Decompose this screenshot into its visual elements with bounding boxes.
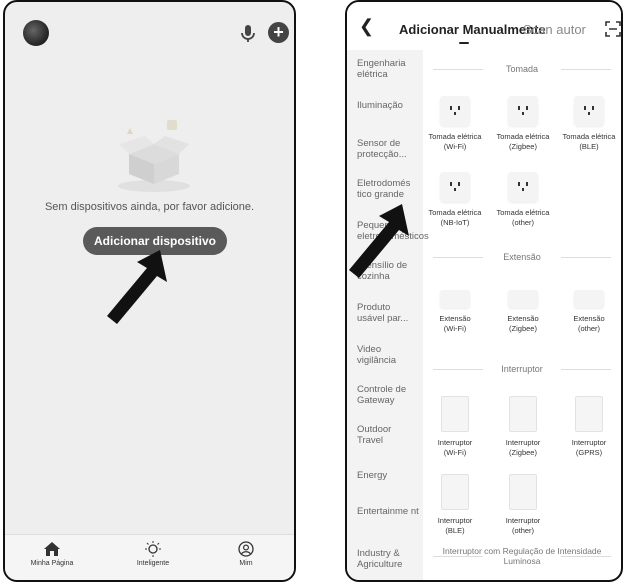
device-tile[interactable]: Tomada elétrica (NB-IoT) <box>419 172 491 228</box>
device-protocol: (other) <box>511 218 535 227</box>
sidebar-item-video[interactable]: Video vigilância <box>357 344 419 366</box>
device-tile[interactable]: Extensão (Wi-Fi) <box>419 284 491 334</box>
device-protocol: (Wi-Fi) <box>443 448 467 457</box>
device-label: Tomada elétrica <box>496 208 550 217</box>
add-manually-screen: ❮ Adicionar Manualmente Scan autor Engen… <box>345 0 623 582</box>
socket-icon <box>440 96 470 126</box>
wall-switch-icon <box>441 474 469 510</box>
sidebar-item-energy[interactable]: Energy <box>357 470 419 481</box>
device-tile[interactable]: Extensão (other) <box>553 284 621 334</box>
device-label: Tomada elétrica <box>496 132 550 141</box>
wall-switch-icon <box>575 396 603 432</box>
device-protocol: (Wi-Fi) <box>443 324 467 333</box>
power-strip-icon <box>508 290 538 308</box>
wall-switch-icon <box>441 396 469 432</box>
annotation-arrow <box>107 250 167 324</box>
device-tile[interactable]: Interruptor (GPRS) <box>553 396 621 458</box>
tab-label: Inteligente <box>136 560 170 567</box>
device-tile[interactable]: Tomada elétrica (other) <box>487 172 559 228</box>
active-tab-indicator <box>459 42 469 44</box>
device-protocol: (Zigbee) <box>509 448 537 457</box>
device-label: Extensão <box>573 314 605 323</box>
sun-icon <box>145 541 161 557</box>
device-protocol: (GPRS) <box>575 448 603 457</box>
device-label: Tomada elétrica <box>428 208 482 217</box>
person-icon <box>238 541 254 557</box>
device-label: Extensão <box>507 314 539 323</box>
device-label: Interruptor <box>571 438 607 447</box>
device-protocol: (BLE) <box>579 142 599 151</box>
scan-icon[interactable] <box>605 21 621 37</box>
sidebar-item-iluminacao[interactable]: Iluminação <box>357 100 419 111</box>
sidebar-item-outdoor[interactable]: Outdoor Travel <box>357 424 419 446</box>
microphone-icon[interactable] <box>237 22 259 44</box>
avatar[interactable] <box>23 20 49 46</box>
section-title: Tomada <box>433 64 612 74</box>
empty-message: Sem dispositivos ainda, por favor adicio… <box>44 201 255 213</box>
device-protocol: (Zigbee) <box>509 324 537 333</box>
home-screen: + Sem dispositivos ainda, por favor adic… <box>3 0 296 582</box>
sidebar-item-engenharia[interactable]: Engenharia elétrica <box>357 58 419 80</box>
tab-label: Minha Página <box>30 560 74 567</box>
category-sidebar: Engenharia elétrica Iluminação Sensor de… <box>347 50 429 580</box>
device-label: Interruptor <box>505 516 541 525</box>
sidebar-item-gateway[interactable]: Controle de Gateway <box>357 384 419 406</box>
annotation-arrow <box>349 204 409 278</box>
device-tile[interactable]: Interruptor (BLE) <box>419 474 491 536</box>
device-tile[interactable]: Tomada elétrica (Zigbee) <box>487 96 559 152</box>
device-tile[interactable]: Interruptor (Wi-Fi) <box>419 396 491 458</box>
socket-icon <box>574 96 604 126</box>
device-protocol: (other) <box>511 526 535 535</box>
device-protocol: (Zigbee) <box>509 142 537 151</box>
tab-inteligente[interactable]: Inteligente <box>118 541 188 567</box>
wall-switch-icon <box>509 396 537 432</box>
home-icon <box>44 542 60 556</box>
device-label: Tomada elétrica <box>428 132 482 141</box>
tab-scan-auto[interactable]: Scan autor <box>523 22 586 37</box>
device-tile[interactable]: Extensão (Zigbee) <box>487 284 559 334</box>
power-strip-icon <box>574 290 604 308</box>
sidebar-item-industry[interactable]: Industry & Agriculture <box>357 548 419 570</box>
empty-box-illustration <box>118 120 190 192</box>
back-chevron-icon[interactable]: ❮ <box>359 16 374 37</box>
device-grid: Tomada Tomada elétrica (Wi-Fi) Tomada elé… <box>423 50 621 580</box>
device-protocol: (Wi-Fi) <box>443 142 467 151</box>
sidebar-item-eletrodomestico-grande[interactable]: Eletrodomés tico grande <box>357 178 419 200</box>
section-title: Interruptor <box>433 364 612 374</box>
device-protocol: (BLE) <box>445 526 465 535</box>
section-title: Interruptor com Regulação de Intensidade… <box>433 546 612 566</box>
sidebar-item-entertainment[interactable]: Entertainme nt <box>357 506 419 517</box>
device-label: Interruptor <box>437 438 473 447</box>
wall-switch-icon <box>509 474 537 510</box>
section-title: Extensão <box>433 252 612 262</box>
tab-mim[interactable]: Mim <box>211 541 281 567</box>
device-label: Interruptor <box>437 516 473 525</box>
tab-minha-pagina[interactable]: Minha Página <box>17 541 87 567</box>
tab-label: Mim <box>239 560 253 567</box>
device-label: Tomada elétrica <box>562 132 616 141</box>
device-tile[interactable]: Interruptor (other) <box>487 474 559 536</box>
power-strip-icon <box>440 290 470 308</box>
device-tile[interactable]: Tomada elétrica (BLE) <box>553 96 621 152</box>
device-tile[interactable]: Tomada elétrica (Wi-Fi) <box>419 96 491 152</box>
sidebar-item-sensor[interactable]: Sensor de protecção... <box>357 138 419 160</box>
sidebar-item-produto-usavel[interactable]: Produto usável par... <box>357 302 419 324</box>
device-label: Interruptor <box>505 438 541 447</box>
device-label: Extensão <box>439 314 471 323</box>
socket-icon <box>508 172 538 202</box>
socket-icon <box>440 172 470 202</box>
device-protocol: (other) <box>577 324 601 333</box>
socket-icon <box>508 96 538 126</box>
top-bar: ❮ Adicionar Manualmente Scan autor <box>347 2 621 50</box>
device-tile[interactable]: Interruptor (Zigbee) <box>487 396 559 458</box>
bottom-tab-bar: Minha Página Inteligente Mim <box>5 534 294 580</box>
device-protocol: (NB-IoT) <box>440 218 470 227</box>
plus-icon[interactable]: + <box>268 22 289 43</box>
